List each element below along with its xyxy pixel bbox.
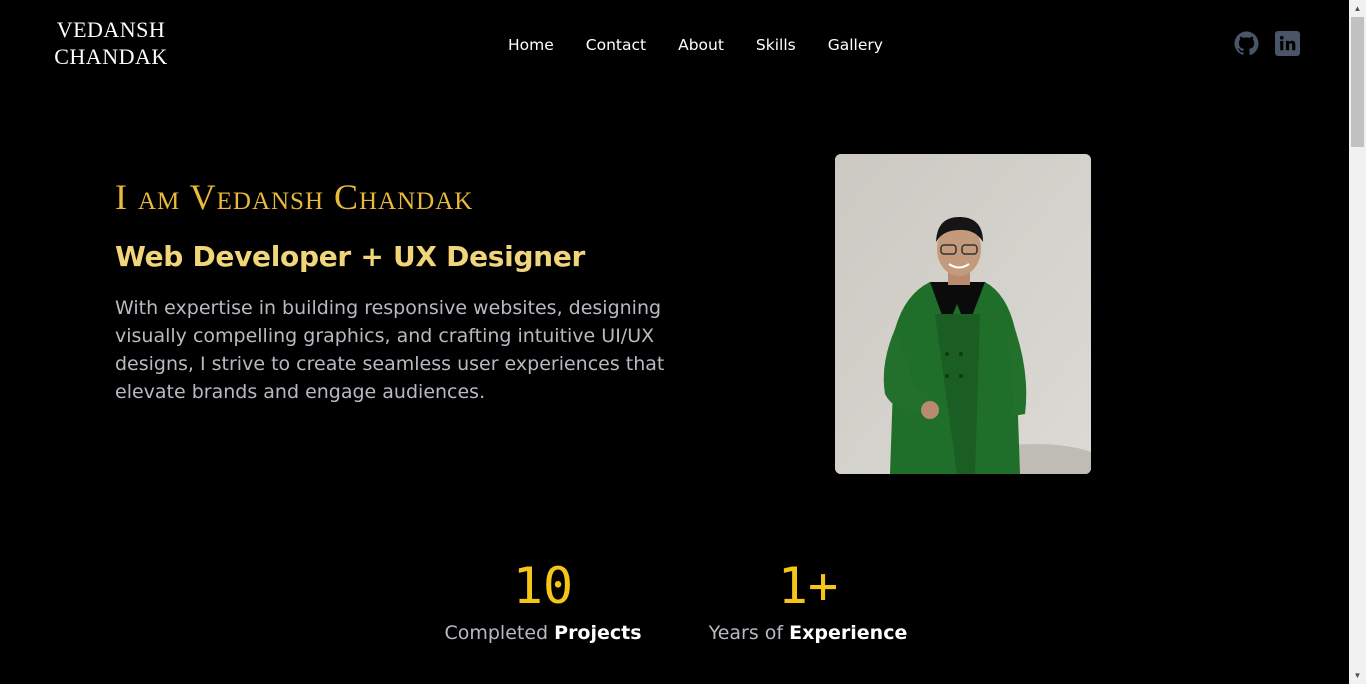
nav-contact-link[interactable]: Contact — [570, 35, 662, 55]
hero-subtitle: Web Developer + UX Designer — [115, 240, 586, 273]
linkedin-icon[interactable] — [1275, 31, 1300, 56]
social-links — [1234, 31, 1300, 56]
hero-title: I am Vedansh Chandak — [115, 177, 474, 217]
hero-description: With expertise in building responsive we… — [115, 297, 665, 403]
scrollbar-thumb[interactable] — [1351, 17, 1364, 147]
stat-experience-value: 1+ — [777, 557, 839, 615]
stat-projects-value: 10 — [512, 557, 574, 615]
profile-photo — [835, 154, 1091, 474]
stat-projects-label-bold: Projects — [554, 622, 642, 644]
stat-experience-label-bold: Experience — [789, 622, 908, 644]
scroll-up-arrow-icon[interactable]: ▲ — [1349, 0, 1366, 17]
main-nav: Home Contact About Skills Gallery — [492, 35, 899, 55]
nav-gallery-link[interactable]: Gallery — [812, 35, 899, 55]
stat-experience: 1+ Years of Experience — [706, 556, 910, 644]
scroll-down-arrow-icon[interactable]: ▼ — [1349, 667, 1366, 684]
nav-about-link[interactable]: About — [662, 35, 740, 55]
stat-experience-label: Years of Experience — [706, 622, 910, 644]
stat-experience-label-light: Years of — [708, 622, 784, 644]
portfolio-page: VEDANSH CHANDAK Home Contact About Skill… — [0, 0, 1349, 684]
nav-skills-link[interactable]: Skills — [740, 35, 812, 55]
logo-line-1: VEDANSH — [56, 17, 166, 42]
stat-projects-label: Completed Projects — [441, 622, 645, 644]
github-icon[interactable] — [1234, 31, 1259, 56]
nav-home-link[interactable]: Home — [492, 35, 570, 55]
site-logo[interactable]: VEDANSH CHANDAK — [51, 16, 171, 70]
stat-projects: 10 Completed Projects — [441, 556, 645, 644]
stat-projects-label-light: Completed — [444, 622, 549, 644]
page-scrollbar[interactable]: ▲ ▼ — [1349, 0, 1366, 684]
logo-line-2: CHANDAK — [54, 44, 168, 69]
